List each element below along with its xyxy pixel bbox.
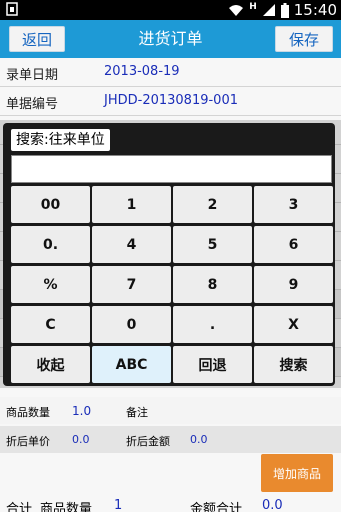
notification-icon: [6, 2, 18, 16]
key-clear[interactable]: C: [11, 306, 90, 343]
save-button[interactable]: 保存: [275, 26, 333, 52]
key-6[interactable]: 6: [254, 226, 333, 263]
note-label: 备注: [126, 406, 148, 419]
key-0[interactable]: 0: [92, 306, 171, 343]
key-collapse[interactable]: 收起: [11, 346, 90, 383]
add-product-button[interactable]: 增加商品: [261, 454, 333, 492]
key-abc[interactable]: ABC: [92, 346, 171, 383]
battery-icon: [280, 2, 289, 18]
key-0-dot[interactable]: 0.: [11, 226, 90, 263]
product-qty-value[interactable]: 1.0: [72, 404, 91, 418]
key-x[interactable]: X: [254, 306, 333, 343]
discount-price-label: 折后单价: [6, 435, 50, 448]
totals-qty-label: 商品数量: [40, 502, 93, 512]
discount-amount-label: 折后金额: [126, 435, 170, 448]
discount-price-value[interactable]: 0.0: [72, 433, 90, 446]
discount-amount-value[interactable]: 0.0: [190, 433, 208, 446]
network-type-label: H: [249, 2, 257, 12]
title-bar: 返回 进货订单 保存: [0, 20, 341, 58]
key-search[interactable]: 搜索: [254, 346, 333, 383]
search-keypad: 搜索:往来单位 00 1 2 3 0. 4 5 6 % 7 8 9 C 0 . …: [3, 123, 335, 386]
totals-qty-value: 1: [114, 498, 123, 512]
form-row-doc-number[interactable]: 单据编号 JHDD-20130819-001: [0, 87, 341, 116]
back-button[interactable]: 返回: [9, 26, 65, 52]
product-qty-row[interactable]: 商品数量 1.0 备注: [0, 397, 341, 424]
key-1[interactable]: 1: [92, 186, 171, 223]
product-discount-row[interactable]: 折后单价 0.0 折后金额 0.0: [0, 426, 341, 453]
key-4[interactable]: 4: [92, 226, 171, 263]
totals-bar: 合计 商品数量 1 金额合计 0.0: [0, 496, 341, 512]
form-row-date[interactable]: 录单日期 2013-08-19: [0, 58, 341, 87]
keypad-search-input[interactable]: [11, 155, 332, 183]
signal-icon: [262, 4, 275, 16]
key-8[interactable]: 8: [173, 266, 252, 303]
product-qty-label: 商品数量: [6, 406, 50, 419]
doc-number-label: 单据编号: [6, 97, 59, 112]
date-value[interactable]: 2013-08-19: [104, 64, 180, 79]
clock: 15:40: [293, 1, 337, 19]
doc-number-value[interactable]: JHDD-20130819-001: [104, 93, 238, 108]
key-3[interactable]: 3: [254, 186, 333, 223]
key-9[interactable]: 9: [254, 266, 333, 303]
key-2[interactable]: 2: [173, 186, 252, 223]
key-dot[interactable]: .: [173, 306, 252, 343]
totals-label: 合计: [6, 502, 33, 512]
status-bar: H 15:40: [0, 0, 341, 20]
date-label: 录单日期: [6, 68, 59, 83]
wifi-icon: [229, 5, 244, 16]
key-backspace[interactable]: 回退: [173, 346, 252, 383]
key-percent[interactable]: %: [11, 266, 90, 303]
key-5[interactable]: 5: [173, 226, 252, 263]
totals-amount-value: 0.0: [262, 498, 283, 512]
totals-amount-label: 金额合计: [190, 502, 243, 512]
key-7[interactable]: 7: [92, 266, 171, 303]
keypad-title: 搜索:往来单位: [11, 129, 110, 151]
key-00[interactable]: 00: [11, 186, 90, 223]
